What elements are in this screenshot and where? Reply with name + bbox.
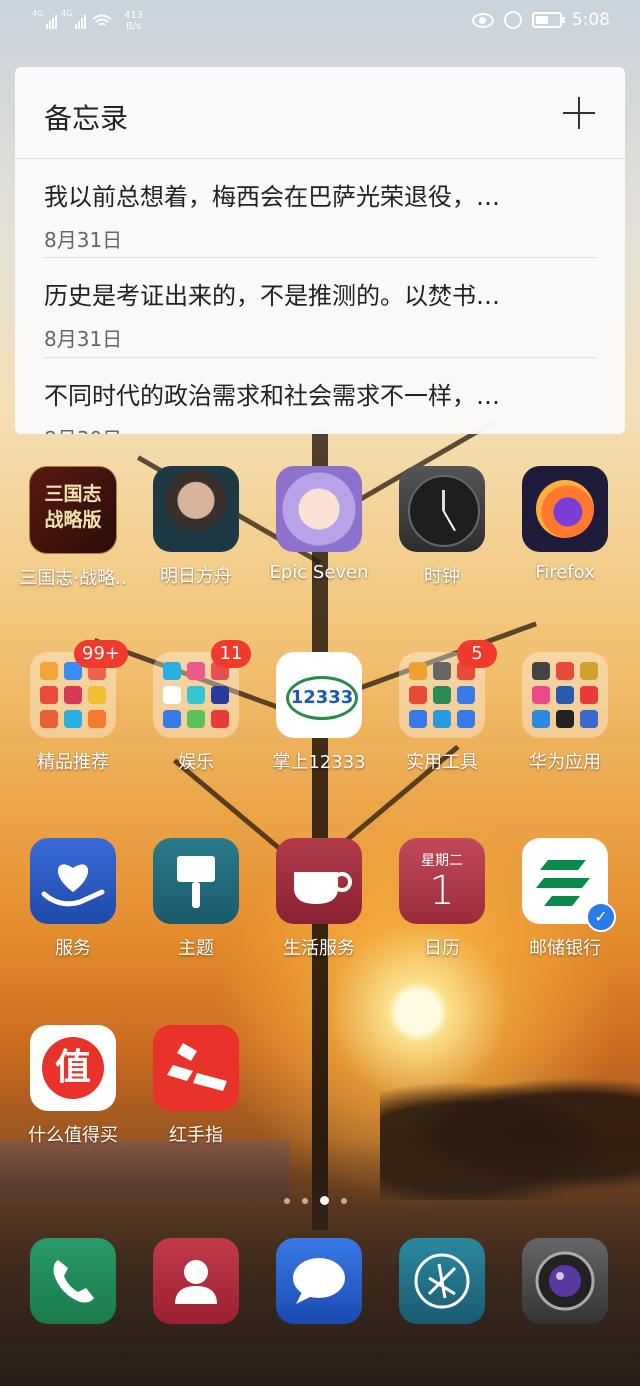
phone-app-icon[interactable]: [30, 1238, 116, 1324]
network-speed: 413 B/s: [124, 10, 144, 32]
contacts-app-icon[interactable]: [153, 1238, 239, 1324]
app-epic-seven[interactable]: Epic Seven: [259, 466, 379, 583]
redfinger-logo-icon: [167, 1043, 227, 1091]
folder-jingpin[interactable]: 99+ 精品推荐: [13, 640, 133, 774]
services-app-icon: [30, 838, 116, 924]
life-services-app-icon: [276, 838, 362, 924]
dock: [0, 1238, 640, 1328]
clock-app-icon: [399, 466, 485, 552]
alarm-icon: [503, 11, 522, 29]
themes-app-icon: [153, 838, 239, 924]
add-memo-button[interactable]: [563, 97, 595, 129]
smzdm-app-icon: 值: [30, 1025, 116, 1111]
app-arknights[interactable]: 明日方舟: [136, 466, 256, 588]
heart-hand-icon: [41, 864, 105, 907]
contact-person-icon: [175, 1260, 217, 1304]
app-services[interactable]: 服务: [13, 838, 133, 960]
folder-icon: 5: [399, 640, 497, 738]
wifi-icon: [92, 14, 112, 26]
divider: [15, 158, 625, 159]
app-12333[interactable]: 12333 掌上12333: [259, 652, 379, 774]
app-psbc[interactable]: ✓ 邮储银行: [505, 838, 625, 960]
calendar-app-icon: 星期二 1: [399, 838, 485, 924]
folder-yule[interactable]: 11 娱乐: [136, 640, 256, 774]
camera-lens-icon: [535, 1251, 595, 1311]
page-dot[interactable]: [284, 1197, 290, 1204]
app-firefox[interactable]: Firefox: [505, 466, 625, 583]
12333-app-icon: 12333: [276, 652, 362, 738]
page-dot[interactable]: [341, 1197, 347, 1204]
sanguozhi-app-icon: 三国志 战略版: [29, 466, 117, 554]
battery-icon: [531, 12, 565, 28]
app-clock[interactable]: 时钟: [382, 466, 502, 588]
notification-badge: 11: [211, 640, 251, 668]
folder-icon: 11: [153, 640, 251, 738]
folder-icon: 99+: [30, 640, 128, 738]
app-themes[interactable]: 主题: [136, 838, 256, 960]
epic-seven-app-icon: [276, 466, 362, 552]
arknights-app-icon: [153, 466, 239, 552]
coffee-cup-icon: [294, 872, 352, 904]
memo-item[interactable]: 历史是考证出来的，不是推测的。以焚书… 8月31日: [44, 257, 596, 352]
folder-tools[interactable]: 5 实用工具: [382, 640, 502, 774]
memo-widget[interactable]: 备忘录 我以前总想着，梅西会在巴萨光荣退役，… 8月31日 历史是考证出来的，不…: [15, 67, 625, 434]
firefox-app-icon: [522, 466, 608, 552]
camera-app-icon[interactable]: [522, 1238, 608, 1324]
app-calendar[interactable]: 星期二 1 日历: [382, 838, 502, 960]
status-bar: 4G 4G 413 B/s 5:08: [0, 0, 640, 44]
chat-bubble-icon: [293, 1258, 345, 1304]
signal-icon: 4G: [61, 9, 86, 29]
memo-item[interactable]: 我以前总想着，梅西会在巴萨光荣退役，… 8月31日: [44, 177, 596, 253]
globe-icon: [414, 1253, 470, 1309]
page-indicator[interactable]: [284, 1196, 347, 1205]
page-dot-active[interactable]: [320, 1196, 329, 1205]
redfinger-app-icon: [153, 1025, 239, 1111]
memo-widget-title: 备忘录: [44, 102, 129, 135]
app-smzdm[interactable]: 值 什么值得买: [13, 1025, 133, 1147]
notification-badge: 99+: [74, 640, 128, 668]
app-life-services[interactable]: 生活服务: [259, 838, 379, 960]
memo-item[interactable]: 不同时代的政治需求和社会需求不一样，… 8月30日: [44, 357, 596, 434]
folder-icon: [522, 652, 608, 738]
messages-app-icon[interactable]: [276, 1238, 362, 1324]
notification-badge: 5: [457, 640, 497, 668]
eye-comfort-icon: [471, 12, 494, 28]
folder-huawei[interactable]: 华为应用: [505, 652, 625, 774]
app-redfinger[interactable]: 红手指: [136, 1025, 256, 1147]
page-dot[interactable]: [302, 1197, 308, 1204]
verified-icon: ✓: [586, 902, 616, 932]
app-sanguozhi[interactable]: 三国志 战略版 三国志·战略..: [13, 466, 133, 590]
phone-icon: [53, 1260, 94, 1303]
clock-time: 5:08: [571, 10, 610, 30]
psbc-app-icon: ✓: [522, 838, 616, 932]
browser-app-icon[interactable]: [399, 1238, 485, 1324]
signal-icon: 4G: [32, 9, 57, 29]
paintbrush-icon: [177, 856, 215, 908]
